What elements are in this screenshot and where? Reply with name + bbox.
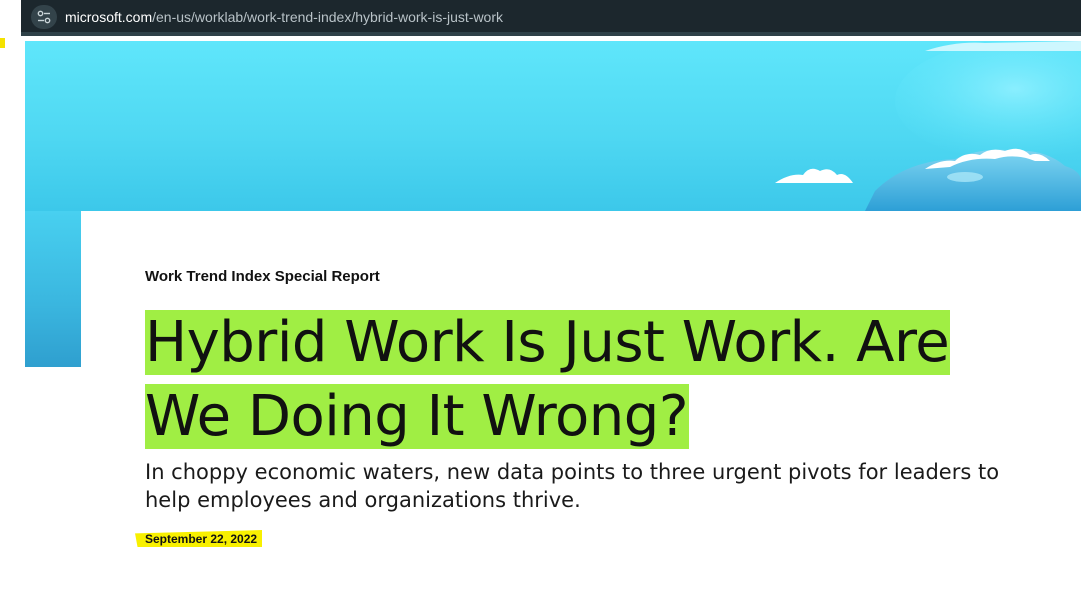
tune-icon <box>37 10 51 24</box>
url-field[interactable]: microsoft.com/en-us/worklab/work-trend-i… <box>65 9 503 25</box>
site-info-button[interactable] <box>31 5 57 29</box>
clouds-illustration <box>775 41 1081 211</box>
title-line-1: Hybrid Work Is Just Work. Are <box>145 310 951 375</box>
hero-banner <box>25 41 1081 211</box>
subheading: In choppy economic waters, new data poin… <box>145 460 1000 512</box>
url-domain: microsoft.com <box>65 9 153 25</box>
report-label: Work Trend Index Special Report <box>145 268 380 285</box>
browser-address-bar: microsoft.com/en-us/worklab/work-trend-i… <box>21 0 1081 36</box>
hero-side-strip <box>25 211 81 367</box>
highlight-marker <box>0 38 5 48</box>
page: microsoft.com/en-us/worklab/work-trend-i… <box>0 0 1081 589</box>
title-line-2: We Doing It Wrong? <box>145 384 690 449</box>
page-title: Hybrid Work Is Just Work. Are We Doing I… <box>145 306 1025 454</box>
url-path: /en-us/worklab/work-trend-index/hybrid-w… <box>152 9 503 25</box>
date-highlight: September 22, 2022 <box>135 530 263 547</box>
publish-date: September 22, 2022 <box>145 532 258 546</box>
address-bar-divider <box>21 32 1081 36</box>
